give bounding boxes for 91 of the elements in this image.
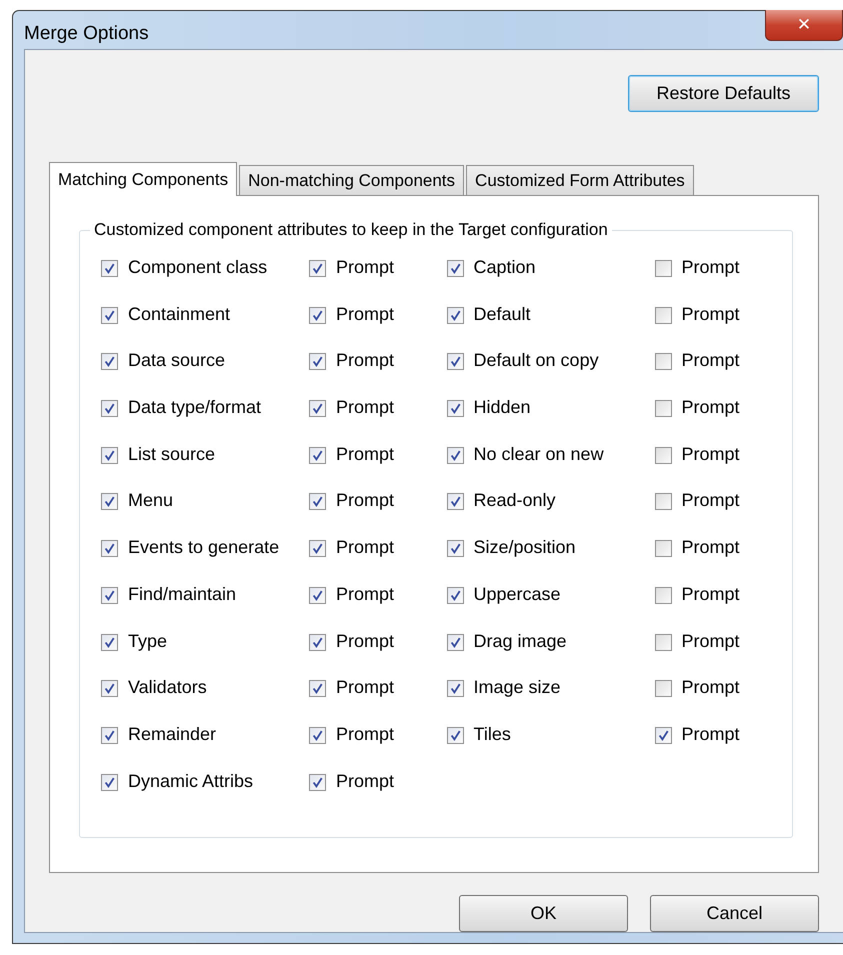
tab[interactable]: Matching Components — [49, 162, 238, 196]
checkmark-icon — [450, 590, 460, 601]
checkbox[interactable]: Find/maintain — [101, 584, 309, 630]
checkbox[interactable]: Prompt — [654, 257, 740, 304]
checkbox[interactable]: Events to generate — [101, 537, 309, 584]
checkbox[interactable]: Component class — [101, 257, 309, 304]
checkmark-icon — [104, 590, 115, 601]
checkmark-icon — [312, 590, 323, 601]
checkmark-icon — [450, 450, 460, 461]
checkmark-icon — [450, 263, 460, 274]
checkbox[interactable]: Default on copy — [446, 350, 654, 398]
checkbox[interactable]: Uppercase — [446, 584, 654, 630]
checkbox[interactable]: Prompt — [654, 724, 740, 771]
group-legend: Customized component attributes to keep in the Target configuration — [90, 220, 612, 240]
checkmark-icon — [450, 636, 460, 648]
checkbox[interactable]: No clear on new — [446, 444, 654, 490]
checkmark-icon — [450, 356, 460, 368]
checkmark-icon — [450, 310, 460, 321]
checkbox[interactable]: Prompt — [309, 490, 394, 538]
checkbox[interactable]: Prompt — [309, 630, 394, 678]
checkmark-icon — [104, 263, 115, 274]
checkbox[interactable]: Prompt — [654, 677, 740, 724]
checkbox[interactable]: Prompt — [654, 537, 740, 584]
checkmark-icon — [104, 730, 115, 741]
checkbox[interactable]: Prompt — [654, 304, 740, 350]
checkbox[interactable]: Prompt — [309, 304, 394, 350]
checkbox[interactable]: Prompt — [309, 257, 394, 304]
window-title: Merge Options — [24, 23, 149, 45]
checkmark-icon — [104, 543, 115, 554]
checkmark-icon — [104, 403, 115, 414]
checkbox[interactable]: Prompt — [309, 537, 394, 584]
checkbox[interactable]: Prompt — [654, 584, 740, 630]
checkmark-icon — [312, 776, 323, 788]
restore-defaults-button[interactable]: Restore Defaults — [628, 75, 819, 112]
close-button[interactable]: ✕ — [765, 10, 843, 41]
checkbox[interactable]: Prompt — [654, 630, 740, 678]
checkbox[interactable]: Prompt — [309, 397, 394, 444]
checkbox[interactable]: Prompt — [309, 350, 394, 398]
checkmark-icon — [450, 543, 460, 554]
checkmark-icon — [312, 496, 323, 508]
checkmark-icon — [450, 730, 460, 741]
checkbox[interactable]: Image size — [446, 677, 654, 724]
checkbox[interactable]: Caption — [446, 257, 654, 304]
checkbox[interactable]: Dynamic Attribs — [101, 770, 309, 818]
checkmark-icon — [312, 450, 323, 461]
checkmark-icon — [450, 496, 460, 508]
checkbox[interactable]: Size/position — [446, 537, 654, 584]
checkmark-icon — [312, 683, 323, 694]
ok-button[interactable]: OK — [459, 895, 628, 932]
cancel-button[interactable]: Cancel — [650, 895, 819, 932]
checkbox[interactable]: Prompt — [309, 677, 394, 724]
checkbox[interactable]: Prompt — [309, 444, 394, 490]
tab[interactable]: Non-matching Components — [239, 165, 464, 195]
checkmark-icon — [104, 683, 115, 694]
checkbox[interactable]: List source — [101, 444, 309, 490]
tab[interactable]: Customized Form Attributes — [466, 165, 694, 195]
checkbox[interactable]: Remainder — [101, 724, 309, 771]
checkbox[interactable]: Hidden — [446, 397, 654, 444]
checkmark-icon — [312, 310, 323, 321]
checkbox[interactable]: Prompt — [654, 490, 740, 538]
checkmark-icon — [312, 263, 323, 274]
checkmark-icon — [450, 683, 460, 694]
checkbox[interactable]: Prompt — [654, 397, 740, 444]
checkbox[interactable]: Data type/format — [101, 397, 309, 444]
checkmark-icon — [104, 450, 115, 461]
checkmark-icon — [312, 403, 323, 414]
checkbox[interactable]: Prompt — [654, 350, 740, 398]
checkbox[interactable]: Data source — [101, 350, 309, 398]
checkbox[interactable]: Tiles — [446, 724, 654, 771]
checkmark-icon — [312, 543, 323, 554]
checkmark-icon — [450, 403, 460, 414]
checkbox[interactable]: Prompt — [309, 724, 394, 771]
checkmark-icon — [104, 776, 115, 788]
checkmark-icon — [312, 356, 323, 368]
checkmark-icon — [312, 636, 323, 648]
checkbox[interactable]: Prompt — [309, 584, 394, 630]
checkmark-icon — [658, 730, 668, 741]
checkbox[interactable]: Default — [446, 304, 654, 350]
checkbox[interactable]: Containment — [101, 304, 309, 350]
checkmark-icon — [312, 730, 323, 741]
checkbox[interactable]: Menu — [101, 490, 309, 538]
checkbox[interactable]: Type — [101, 630, 309, 678]
checkbox[interactable]: Read-only — [446, 490, 654, 538]
checkbox[interactable]: Validators — [101, 677, 309, 724]
checkbox[interactable]: Prompt — [309, 770, 394, 818]
checkmark-icon — [104, 636, 115, 648]
checkmark-icon — [104, 310, 115, 321]
checkmark-icon — [104, 496, 115, 508]
checkbox[interactable]: Drag image — [446, 630, 654, 678]
checkmark-icon — [104, 356, 115, 368]
checkbox[interactable]: Prompt — [654, 444, 740, 490]
